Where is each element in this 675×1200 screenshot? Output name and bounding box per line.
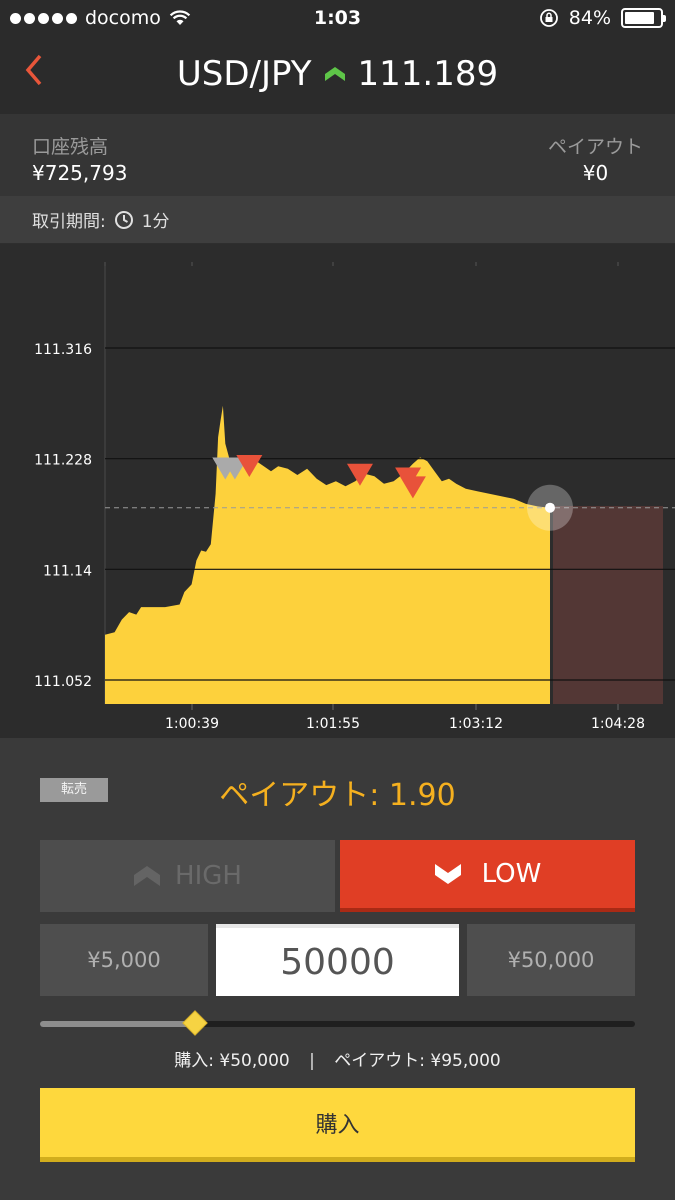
price-chart-svg: 111.316 111.228 111.14 111.052 1:00:39 1:01:5… [34, 262, 675, 732]
balance-block: 口座残高 ¥725,793 [32, 132, 127, 185]
rotation-lock-icon [539, 9, 558, 27]
trade-controls: 転売 ペイアウト: 1.90 HIGH LOW ¥5,000 ¥50,000 購… [0, 738, 675, 1200]
max-amount-button[interactable]: ¥50,000 [467, 924, 635, 996]
amount-slider[interactable] [40, 1010, 635, 1036]
period-value[interactable]: 1分 [142, 207, 170, 232]
current-point [545, 502, 555, 513]
up-chevron-icon [134, 866, 161, 886]
y-tick-label: 111.052 [34, 674, 92, 690]
purchase-summary: 購入: ¥50,000 | ペイアウト: ¥95,000 [0, 1046, 675, 1071]
slider-fill [40, 1021, 195, 1027]
summary-payout: ペイアウト: ¥95,000 [334, 1051, 501, 1071]
buy-button[interactable]: 購入 [40, 1088, 635, 1162]
y-tick-label: 111.14 [43, 563, 92, 579]
summary-purchase: 購入: ¥50,000 [174, 1051, 290, 1071]
clock-icon [114, 210, 133, 229]
payout-label: ペイアウト [547, 136, 643, 158]
x-tick-label: 1:00:39 [165, 716, 219, 732]
expiry-zone [553, 506, 663, 704]
page-title: USD/JPY 111.189 [0, 54, 675, 94]
battery-percent: 84% [568, 7, 611, 29]
payout-rate: ペイアウト: 1.90 [219, 778, 456, 813]
y-tick-label: 111.316 [34, 342, 92, 358]
summary-separator: | [309, 1051, 315, 1071]
x-tick-label: 1:03:12 [449, 716, 503, 732]
current-rate: 111.189 [357, 54, 499, 94]
payout-block: ペイアウト ¥0 [548, 132, 643, 185]
trade-period: 取引期間: 1分 [0, 196, 675, 244]
account-panel: 口座残高 ¥725,793 ペイアウト ¥0 [0, 114, 675, 196]
high-label: HIGH [175, 861, 242, 891]
x-tick-label: 1:04:28 [591, 716, 645, 732]
balance-label: 口座残高 [32, 136, 109, 158]
battery-icon [621, 8, 666, 28]
x-tick-label: 1:01:55 [306, 716, 360, 732]
period-label: 取引期間: [32, 212, 106, 232]
direction-buttons: HIGH LOW [40, 840, 635, 912]
currency-pair: USD/JPY [176, 54, 312, 94]
amount-row: ¥5,000 ¥50,000 [40, 924, 635, 996]
slider-handle[interactable] [181, 1010, 208, 1036]
status-bar: docomo 1:03 84% [0, 0, 675, 38]
y-tick-label: 111.228 [34, 453, 92, 469]
status-right: 84% [539, 7, 666, 29]
header: USD/JPY 111.189 [0, 38, 675, 114]
min-amount-button[interactable]: ¥5,000 [40, 924, 208, 996]
down-chevron-icon [434, 864, 461, 884]
high-button[interactable]: HIGH [40, 840, 335, 912]
low-button[interactable]: LOW [340, 840, 635, 912]
payout-value: ¥0 [582, 161, 609, 185]
balance-value: ¥725,793 [32, 161, 128, 185]
price-chart: 111.316 111.228 111.14 111.052 1:00:39 1:01:5… [0, 244, 675, 738]
up-chevron-icon [324, 67, 345, 81]
amount-input[interactable] [216, 924, 459, 996]
price-area [105, 405, 550, 704]
low-label: LOW [481, 859, 542, 889]
